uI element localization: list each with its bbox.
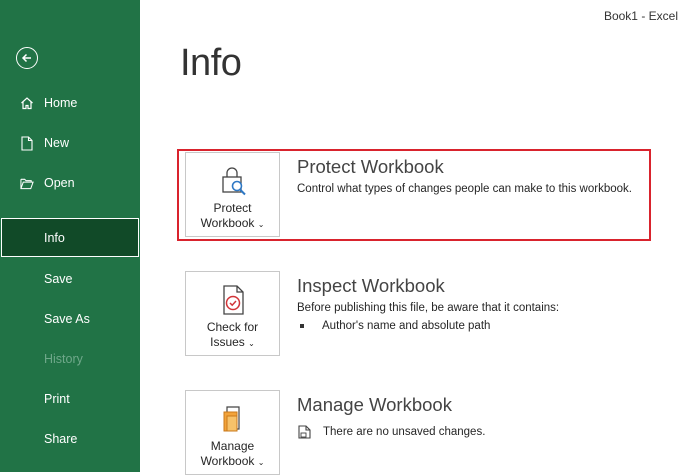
backstage-sidebar: Home New Open Info Save Save As History … [0, 0, 140, 472]
sidebar-item-label: Info [44, 230, 65, 245]
folder-open-icon [20, 175, 34, 191]
manage-workbook-label: Manage Workbook ⌄ [200, 439, 265, 468]
check-for-issues-button[interactable]: Check for Issues ⌄ [185, 271, 280, 356]
highlight-box [177, 149, 651, 241]
sidebar-item-label: Share [44, 432, 78, 446]
inspect-bullet-item: Author's name and absolute path [300, 320, 490, 332]
sidebar-item-label: Save As [44, 312, 90, 326]
check-for-issues-label: Check for Issues ⌄ [206, 320, 259, 349]
document-icon [298, 425, 311, 439]
manage-workbook-button[interactable]: Manage Workbook ⌄ [185, 390, 280, 475]
sidebar-item-new[interactable]: New [0, 124, 140, 162]
inspect-workbook-description: Before publishing this file, be aware th… [297, 302, 560, 314]
bullet-icon [300, 324, 304, 328]
sidebar-item-save[interactable]: Save [0, 260, 140, 298]
manage-status-row: There are no unsaved changes. [298, 425, 485, 439]
manage-documents-icon [223, 406, 240, 432]
sidebar-item-label: Print [44, 392, 70, 406]
sidebar-item-save-as[interactable]: Save As [0, 300, 140, 338]
inspect-workbook-title: Inspect Workbook [297, 275, 445, 296]
window-title: Book1 - Excel [603, 9, 678, 23]
sidebar-item-label: History [44, 352, 83, 366]
home-icon [20, 95, 34, 111]
manage-workbook-title: Manage Workbook [297, 394, 452, 415]
sidebar-item-history: History [0, 340, 140, 378]
sidebar-item-label: Open [44, 176, 75, 190]
sidebar-item-label: Home [44, 96, 78, 110]
back-arrow-icon[interactable] [16, 47, 38, 69]
new-file-icon [20, 135, 34, 151]
sidebar-item-label: Save [44, 272, 73, 286]
sidebar-item-home[interactable]: Home [0, 84, 140, 122]
sidebar-item-share[interactable]: Share [0, 420, 140, 458]
check-document-icon [222, 285, 244, 315]
sidebar-item-info[interactable]: Info [1, 218, 139, 257]
inspect-bullet-text: Author's name and absolute path [322, 320, 491, 332]
manage-workbook-description: There are no unsaved changes. [323, 426, 486, 438]
sidebar-item-label: New [44, 136, 70, 150]
sidebar-item-open[interactable]: Open [0, 164, 140, 202]
page-title: Info [180, 42, 242, 84]
sidebar-item-print[interactable]: Print [0, 380, 140, 418]
